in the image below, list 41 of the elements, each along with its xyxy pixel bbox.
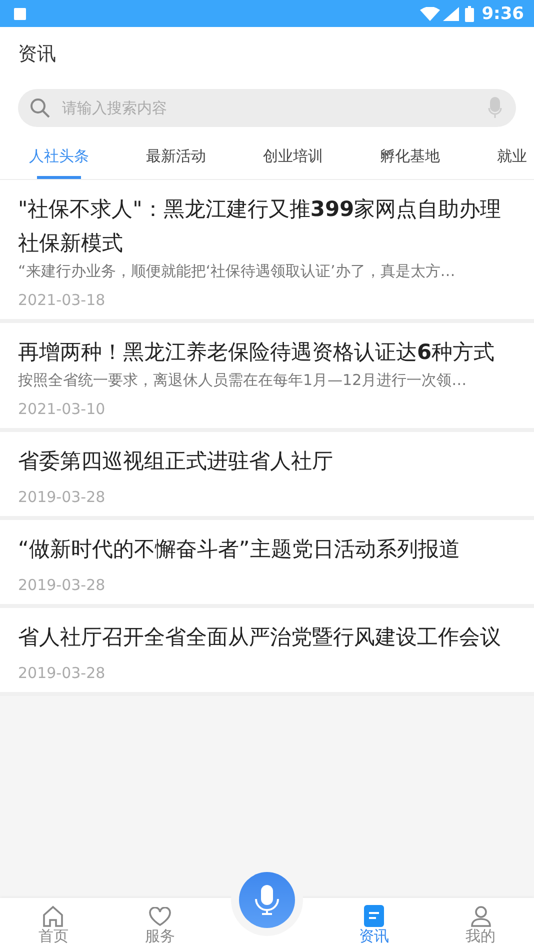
news-date: 2019-03-28 (18, 488, 106, 506)
signal-icon (442, 6, 459, 20)
clock-time: 9:36 (482, 4, 524, 24)
news-date: 2021-03-10 (18, 400, 106, 418)
news-date: 2019-03-28 (18, 576, 106, 594)
document-icon (364, 905, 384, 927)
search-field[interactable]: 请输入搜索内容 (18, 89, 516, 127)
category-tab[interactable]: 孵化基地 (380, 133, 440, 179)
tab-indicator (37, 176, 81, 179)
app-notification-icon (14, 8, 26, 20)
news-summary: 按照全省统一要求，离退休人员需在在每年1月—12月进行一次领… (18, 371, 468, 390)
news-item[interactable]: “做新时代的不懈奋斗者”主题党日活动系列报道 2019-03-28 (0, 520, 534, 608)
heart-icon (148, 907, 172, 927)
news-summary: “来建行办业务，顺便就能把‘社保待遇领取认证’办了，真是太方… (18, 262, 456, 281)
news-item[interactable]: 再增两种！黑龙江养老保险待遇资格认证达6种方式 按照全省统一要求，离退休人员需在在每年1月—12月进行一次领… 2021-03-10 (0, 323, 534, 432)
news-title: 再增两种！黑龙江养老保险待遇资格认证达6种方式 (18, 339, 496, 366)
category-tab[interactable]: 最新活动 (146, 133, 206, 179)
search-input[interactable]: 请输入搜索内容 (60, 98, 478, 118)
news-title: 省人社厅召开全省全面从严治党暨行风建设工作会议 (18, 624, 502, 651)
news-item[interactable]: 省人社厅召开全省全面从严治党暨行风建设工作会议 2019-03-28 (0, 608, 534, 696)
news-title: "社保不求人"：黑龙江建行又推399家网点自助办理社保新模式 (18, 196, 502, 257)
microphone-icon (254, 884, 280, 916)
news-item[interactable]: 省委第四巡视组正式进驻省人社厅 2019-03-28 (0, 432, 534, 520)
news-date: 2021-03-18 (18, 291, 106, 309)
category-tab[interactable]: 创业培训 (263, 133, 323, 179)
news-item[interactable]: "社保不求人"：黑龙江建行又推399家网点自助办理社保新模式 “来建行办业务，顺便就能把‘社保待遇领取认证’办了，真是太方… 2021-03-18 (0, 180, 534, 323)
user-icon (470, 905, 492, 927)
nav-tab[interactable]: 资讯 (320, 898, 428, 950)
search-icon (30, 98, 50, 118)
news-title: 省委第四巡视组正式进驻省人社厅 (18, 448, 334, 475)
nav-tab[interactable]: 首页 (0, 898, 107, 950)
voice-button[interactable] (238, 872, 295, 928)
battery-icon (464, 6, 474, 22)
wifi-icon (420, 6, 440, 20)
nav-tab[interactable]: 我的 (427, 898, 534, 950)
nav-tab[interactable]: 服务 (106, 898, 214, 950)
news-date: 2019-03-28 (18, 664, 106, 682)
news-title: “做新时代的不懈奋斗者”主题党日活动系列报道 (18, 536, 461, 563)
category-tab[interactable]: 就业 (497, 133, 527, 179)
home-icon (41, 905, 66, 927)
page-title: 资讯 (18, 43, 56, 65)
